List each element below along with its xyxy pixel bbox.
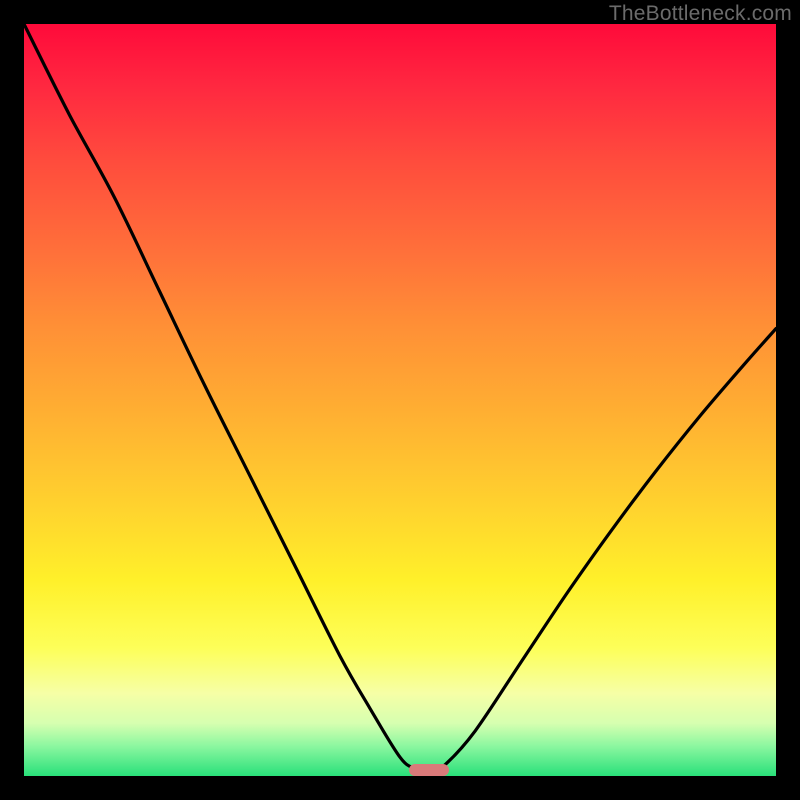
plot-area [24,24,776,776]
bottleneck-curve-path [24,24,776,772]
bottleneck-curve-svg [24,24,776,776]
watermark-text: TheBottleneck.com [609,2,792,26]
chart-frame: TheBottleneck.com [0,0,800,800]
optimal-marker [409,764,449,776]
